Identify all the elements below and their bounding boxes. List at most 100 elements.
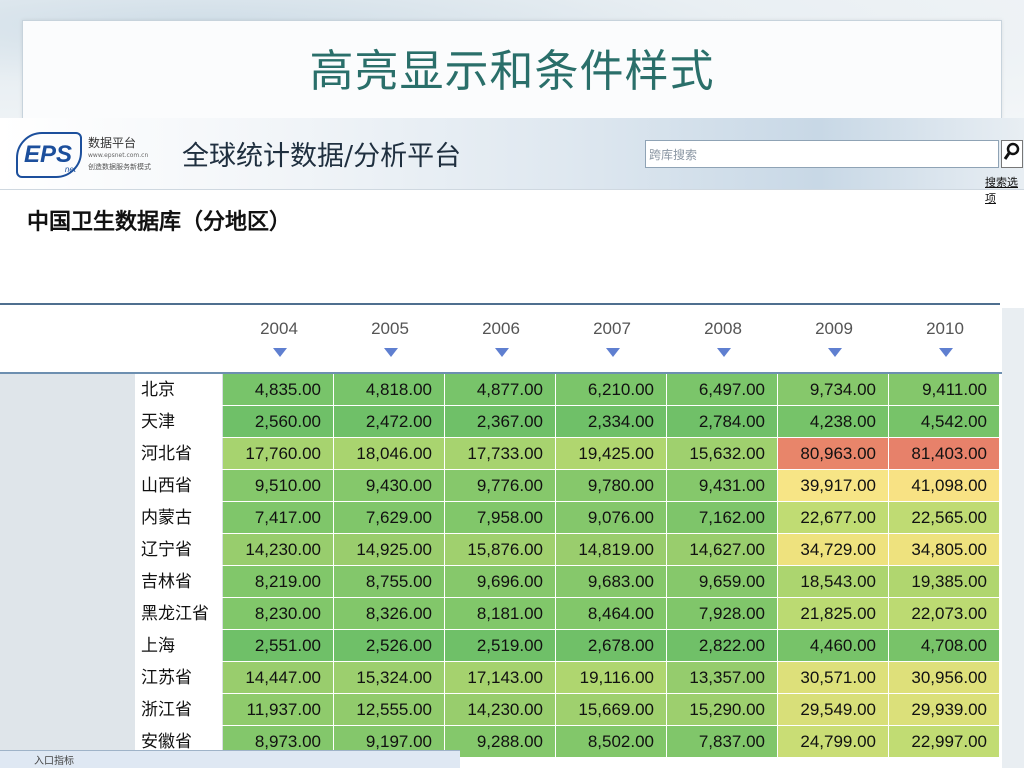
data-cell[interactable]: 2,784.00: [667, 406, 778, 437]
data-cell[interactable]: 8,755.00: [334, 566, 445, 597]
data-cell[interactable]: 7,837.00: [667, 726, 778, 757]
year-header-2010[interactable]: 2010: [890, 319, 1000, 339]
data-cell[interactable]: 30,571.00: [778, 662, 889, 693]
year-header-2004[interactable]: 2004: [224, 319, 334, 339]
bottom-tab-label[interactable]: 入口指标: [34, 752, 74, 767]
data-cell[interactable]: 81,403.00: [889, 438, 1000, 469]
data-cell[interactable]: 21,825.00: [778, 598, 889, 629]
data-cell[interactable]: 2,367.00: [445, 406, 556, 437]
data-cell[interactable]: 4,238.00: [778, 406, 889, 437]
year-header-2005[interactable]: 2005: [335, 319, 445, 339]
year-header-2007[interactable]: 2007: [557, 319, 667, 339]
data-cell[interactable]: 2,678.00: [556, 630, 667, 661]
data-cell[interactable]: 19,385.00: [889, 566, 1000, 597]
data-cell[interactable]: 6,210.00: [556, 374, 667, 405]
data-cell[interactable]: 9,411.00: [889, 374, 1000, 405]
data-cell[interactable]: 8,326.00: [334, 598, 445, 629]
data-cell[interactable]: 2,472.00: [334, 406, 445, 437]
data-cell[interactable]: 2,334.00: [556, 406, 667, 437]
data-cell[interactable]: 4,818.00: [334, 374, 445, 405]
year-header-2006[interactable]: 2006: [446, 319, 556, 339]
data-cell[interactable]: 9,430.00: [334, 470, 445, 501]
data-cell[interactable]: 2,551.00: [223, 630, 334, 661]
data-cell[interactable]: 17,733.00: [445, 438, 556, 469]
data-cell[interactable]: 9,288.00: [445, 726, 556, 757]
data-cell[interactable]: 4,708.00: [889, 630, 1000, 661]
search-options-link[interactable]: 搜索选项: [985, 174, 1024, 206]
data-cell[interactable]: 13,357.00: [667, 662, 778, 693]
data-cell[interactable]: 14,925.00: [334, 534, 445, 565]
data-cell[interactable]: 9,776.00: [445, 470, 556, 501]
data-cell[interactable]: 18,543.00: [778, 566, 889, 597]
data-cell[interactable]: 9,431.00: [667, 470, 778, 501]
data-cell[interactable]: 22,073.00: [889, 598, 1000, 629]
data-cell[interactable]: 14,230.00: [445, 694, 556, 725]
data-cell[interactable]: 15,324.00: [334, 662, 445, 693]
data-cell[interactable]: 7,928.00: [667, 598, 778, 629]
data-cell[interactable]: 29,549.00: [778, 694, 889, 725]
data-cell[interactable]: 2,519.00: [445, 630, 556, 661]
data-cell[interactable]: 9,683.00: [556, 566, 667, 597]
data-cell[interactable]: 18,046.00: [334, 438, 445, 469]
data-cell[interactable]: 9,734.00: [778, 374, 889, 405]
data-cell[interactable]: 30,956.00: [889, 662, 1000, 693]
search-button[interactable]: [1001, 140, 1023, 168]
data-cell[interactable]: 2,822.00: [667, 630, 778, 661]
data-cell[interactable]: 14,819.00: [556, 534, 667, 565]
data-cell[interactable]: 2,526.00: [334, 630, 445, 661]
sort-arrow-icon[interactable]: [494, 348, 509, 357]
data-cell[interactable]: 9,510.00: [223, 470, 334, 501]
data-cell[interactable]: 7,162.00: [667, 502, 778, 533]
data-cell[interactable]: 6,497.00: [667, 374, 778, 405]
sort-arrow-icon[interactable]: [605, 348, 620, 357]
data-cell[interactable]: 15,669.00: [556, 694, 667, 725]
data-cell[interactable]: 34,729.00: [778, 534, 889, 565]
data-cell[interactable]: 8,230.00: [223, 598, 334, 629]
sort-arrow-icon[interactable]: [938, 348, 953, 357]
data-cell[interactable]: 7,629.00: [334, 502, 445, 533]
data-cell[interactable]: 4,460.00: [778, 630, 889, 661]
sort-arrow-icon[interactable]: [716, 348, 731, 357]
data-cell[interactable]: 39,917.00: [778, 470, 889, 501]
year-header-2008[interactable]: 2008: [668, 319, 778, 339]
data-cell[interactable]: 12,555.00: [334, 694, 445, 725]
data-cell[interactable]: 4,542.00: [889, 406, 1000, 437]
data-cell[interactable]: 2,560.00: [223, 406, 334, 437]
data-cell[interactable]: 80,963.00: [778, 438, 889, 469]
data-cell[interactable]: 41,098.00: [889, 470, 1000, 501]
data-cell[interactable]: 14,447.00: [223, 662, 334, 693]
data-cell[interactable]: 8,181.00: [445, 598, 556, 629]
data-cell[interactable]: 15,876.00: [445, 534, 556, 565]
data-cell[interactable]: 15,290.00: [667, 694, 778, 725]
data-cell[interactable]: 7,958.00: [445, 502, 556, 533]
data-cell[interactable]: 14,230.00: [223, 534, 334, 565]
data-cell[interactable]: 15,632.00: [667, 438, 778, 469]
data-cell[interactable]: 9,076.00: [556, 502, 667, 533]
data-cell[interactable]: 29,939.00: [889, 694, 1000, 725]
data-cell[interactable]: 22,677.00: [778, 502, 889, 533]
data-cell[interactable]: 8,464.00: [556, 598, 667, 629]
data-cell[interactable]: 11,937.00: [223, 694, 334, 725]
data-cell[interactable]: 9,659.00: [667, 566, 778, 597]
data-cell[interactable]: 9,780.00: [556, 470, 667, 501]
sort-arrow-icon[interactable]: [827, 348, 842, 357]
sort-arrow-icon[interactable]: [383, 348, 398, 357]
data-cell[interactable]: 22,565.00: [889, 502, 1000, 533]
year-header-2009[interactable]: 2009: [779, 319, 889, 339]
data-cell[interactable]: 34,805.00: [889, 534, 1000, 565]
search-input[interactable]: 跨库搜索: [645, 140, 999, 168]
data-cell[interactable]: 14,627.00: [667, 534, 778, 565]
data-cell[interactable]: 7,417.00: [223, 502, 334, 533]
data-cell[interactable]: 19,425.00: [556, 438, 667, 469]
data-cell[interactable]: 8,219.00: [223, 566, 334, 597]
data-cell[interactable]: 22,997.00: [889, 726, 1000, 757]
data-cell[interactable]: 4,877.00: [445, 374, 556, 405]
data-cell[interactable]: 24,799.00: [778, 726, 889, 757]
data-cell[interactable]: 9,696.00: [445, 566, 556, 597]
data-cell[interactable]: 17,143.00: [445, 662, 556, 693]
data-cell[interactable]: 8,502.00: [556, 726, 667, 757]
sort-arrow-icon[interactable]: [272, 348, 287, 357]
data-cell[interactable]: 17,760.00: [223, 438, 334, 469]
data-cell[interactable]: 4,835.00: [223, 374, 334, 405]
data-cell[interactable]: 19,116.00: [556, 662, 667, 693]
